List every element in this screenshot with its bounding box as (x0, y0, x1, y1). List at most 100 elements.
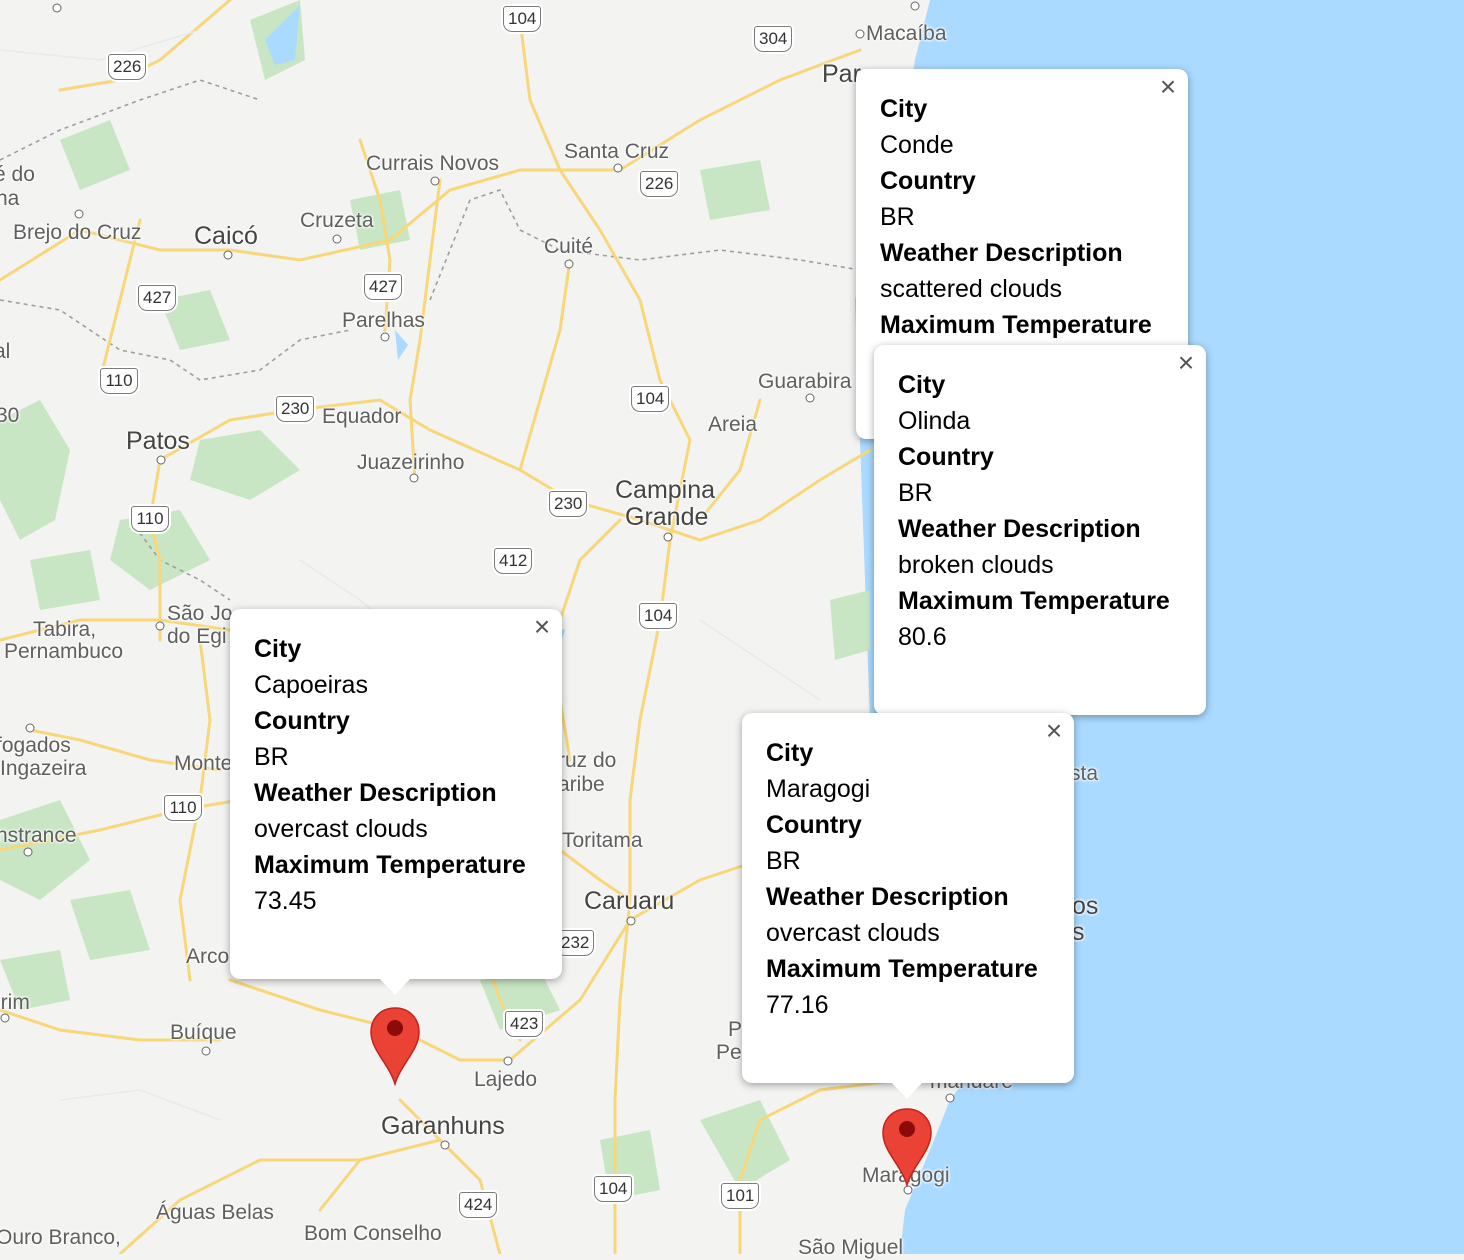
city-value: Olinda (898, 407, 971, 435)
place-label: Currais Novos (366, 152, 500, 175)
town-dot (626, 916, 636, 926)
place-label: Juazeirinho (357, 451, 465, 474)
weather-description-label: Weather Description (898, 515, 1141, 543)
weather-description-value: scattered clouds (880, 275, 1063, 303)
city-label: City (766, 739, 814, 767)
town-dot (380, 332, 390, 342)
highway-shield: 427 (138, 285, 177, 311)
place-label: São Miguel (798, 1236, 904, 1259)
place-label: Santa Cruz (564, 140, 670, 163)
place-label: Cuité (544, 235, 594, 258)
close-icon[interactable]: × (530, 613, 554, 641)
max-temp-value: 77.16 (766, 991, 829, 1019)
map-marker[interactable] (369, 1006, 421, 1086)
town-dot (201, 1046, 211, 1056)
info-window-pointer (891, 1082, 923, 1099)
place-label: Cruzeta (300, 209, 374, 232)
max-temp-label: Maximum Temperature (766, 955, 1038, 983)
place-label: Patos (126, 427, 190, 455)
max-temp-label: Maximum Temperature (880, 311, 1152, 339)
country-label: Country (766, 811, 862, 839)
place-label: Areia (708, 413, 758, 436)
info-window-capoeiras: × City Capoeiras Country BR Weather Desc… (230, 609, 562, 995)
highway-shield: 427 (364, 274, 403, 300)
place-label: Caicó (194, 222, 258, 250)
weather-description-value: broken clouds (898, 551, 1054, 579)
place-label: Pe (716, 1041, 742, 1064)
place-label: Tabira, (33, 618, 97, 641)
highway-shield: 110 (131, 506, 169, 532)
country-label: Country (880, 167, 976, 195)
place-label: São Jo (167, 602, 233, 625)
weather-description-value: overcast clouds (766, 919, 940, 947)
town-dot (503, 1056, 513, 1066)
weather-description-label: Weather Description (254, 779, 497, 807)
town-dot (23, 847, 33, 857)
town-dot (663, 532, 673, 542)
town-dot (74, 209, 84, 219)
highway-shield: 226 (108, 54, 147, 80)
place-label: al (0, 340, 11, 363)
info-window-olinda: × City Olinda Country BR Weather Descrip… (874, 345, 1206, 715)
place-label: Caruaru (584, 887, 675, 915)
info-window-maragogi: × City Maragogi Country BR Weather Descr… (742, 713, 1074, 1099)
place-label: Toritama (562, 829, 643, 852)
max-temp-value: 73.45 (254, 887, 317, 915)
place-label: do Egi (167, 625, 227, 648)
highway-shield: 104 (631, 386, 670, 412)
country-value: BR (880, 203, 915, 231)
highway-shield: 104 (639, 603, 678, 629)
town-dot (855, 29, 865, 39)
highway-shield: 304 (754, 26, 793, 52)
close-icon[interactable]: × (1042, 717, 1066, 745)
place-label: Macaíba (866, 22, 947, 45)
place-label: Águas Belas (156, 1201, 274, 1224)
country-value: BR (898, 479, 933, 507)
place-label: Campina (615, 476, 716, 504)
place-label: Ingazeira (0, 757, 87, 780)
place-label: Garanhuns (381, 1112, 505, 1140)
country-value: BR (254, 743, 289, 771)
close-icon[interactable]: × (1156, 73, 1180, 101)
city-value: Conde (880, 131, 954, 159)
map-marker[interactable] (881, 1107, 933, 1187)
close-icon[interactable]: × (1174, 349, 1198, 377)
place-label: os (1072, 892, 1099, 920)
place-label: irim (0, 991, 30, 1014)
place-label: Grande (625, 503, 709, 531)
place-label: fogados (0, 734, 71, 757)
town-dot (409, 473, 419, 483)
place-label: Monte (174, 752, 233, 775)
place-label: Brejo do Cruz (13, 221, 142, 244)
town-dot (155, 621, 165, 631)
max-temp-label: Maximum Temperature (254, 851, 526, 879)
weather-description-value: overcast clouds (254, 815, 428, 843)
highway-shield: 104 (503, 6, 542, 32)
weather-description-label: Weather Description (880, 239, 1123, 267)
town-dot (613, 163, 623, 173)
place-label: ruz do (558, 749, 617, 772)
city-value: Capoeiras (254, 671, 368, 699)
place-label: 30 (0, 404, 20, 427)
highway-shield: 424 (459, 1192, 498, 1218)
town-dot (440, 1140, 450, 1150)
max-temp-label: Maximum Temperature (898, 587, 1170, 615)
town-dot (156, 455, 166, 465)
town-dot (805, 393, 815, 403)
place-label: Parelhas (342, 309, 425, 332)
place-label: nstrance (0, 824, 77, 847)
place-label: Pernambuco (4, 640, 124, 663)
highway-shield: 101 (721, 1183, 760, 1209)
place-label: Lajedo (474, 1068, 538, 1091)
highway-shield: 423 (505, 1011, 544, 1037)
town-dot (945, 1093, 955, 1103)
town-dot (25, 723, 35, 733)
place-label: Ouro Branco, (0, 1226, 121, 1249)
place-label: Equador (322, 405, 402, 428)
weather-description-label: Weather Description (766, 883, 1009, 911)
town-dot (0, 1013, 10, 1023)
city-label: City (254, 635, 302, 663)
place-label: Arco (186, 945, 230, 968)
place-label: Buíque (170, 1021, 237, 1044)
city-value: Maragogi (766, 775, 871, 803)
